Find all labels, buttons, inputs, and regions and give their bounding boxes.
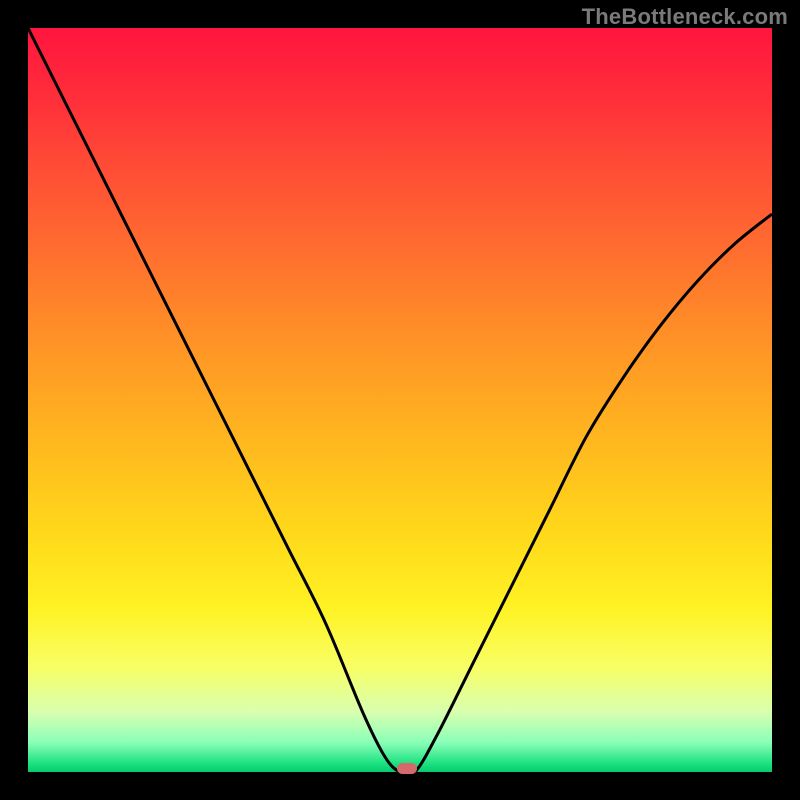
- watermark-text: TheBottleneck.com: [582, 4, 788, 30]
- chart-frame: TheBottleneck.com: [0, 0, 800, 800]
- bottleneck-curve: [28, 28, 772, 772]
- plot-area: [28, 28, 772, 772]
- minimum-marker-icon: [397, 763, 417, 774]
